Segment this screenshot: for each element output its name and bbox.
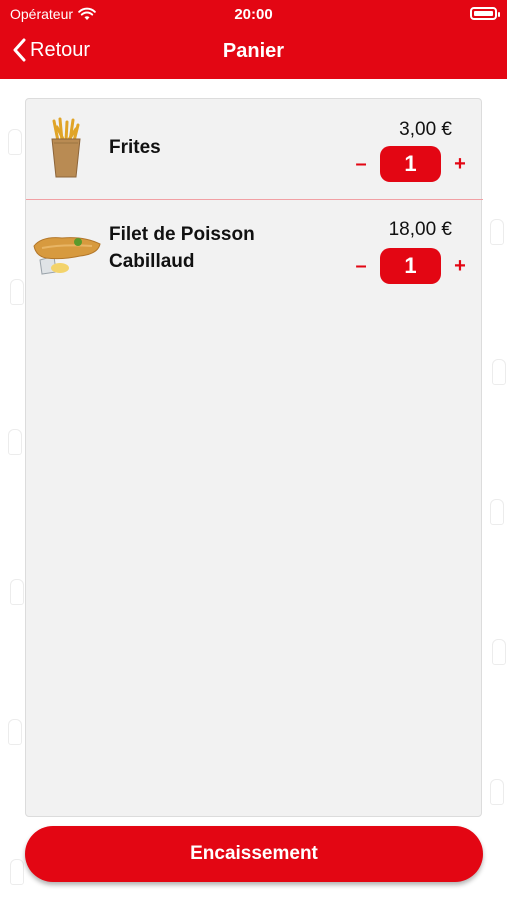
page-title: Panier — [222, 40, 285, 62]
battery-icon — [470, 7, 500, 20]
fries-image — [51, 117, 81, 178]
app-header: Opérateur 20:00 Retour Panier — [0, 0, 507, 79]
cart-item: Frites 3,00 € – 1 + — [26, 99, 483, 200]
decrease-quantity-button[interactable]: – — [352, 255, 370, 278]
status-bar: Opérateur 20:00 — [0, 0, 507, 28]
quantity-field[interactable]: 1 — [380, 248, 441, 284]
increase-quantity-button[interactable]: + — [451, 255, 469, 278]
item-name: Frites — [109, 137, 161, 158]
cart-list: Frites 3,00 € – 1 + Filet de Poisson Cab… — [25, 98, 483, 817]
quantity-field[interactable]: 1 — [380, 146, 441, 182]
increase-quantity-button[interactable]: + — [451, 153, 469, 176]
status-time: 20:00 — [234, 6, 273, 23]
item-price: 3,00 € — [399, 119, 452, 140]
item-name: Filet de Poisson Cabillaud — [109, 224, 255, 272]
quantity-stepper: – 1 + — [352, 146, 469, 182]
checkout-button[interactable]: Encaissement — [25, 826, 483, 882]
decrease-quantity-button[interactable]: – — [352, 153, 370, 176]
quantity-stepper: – 1 + — [352, 248, 469, 284]
fish-fillet-image — [33, 237, 101, 275]
item-price: 18,00 € — [388, 219, 452, 240]
cart-item: Filet de Poisson Cabillaud 18,00 € – 1 + — [26, 200, 483, 300]
